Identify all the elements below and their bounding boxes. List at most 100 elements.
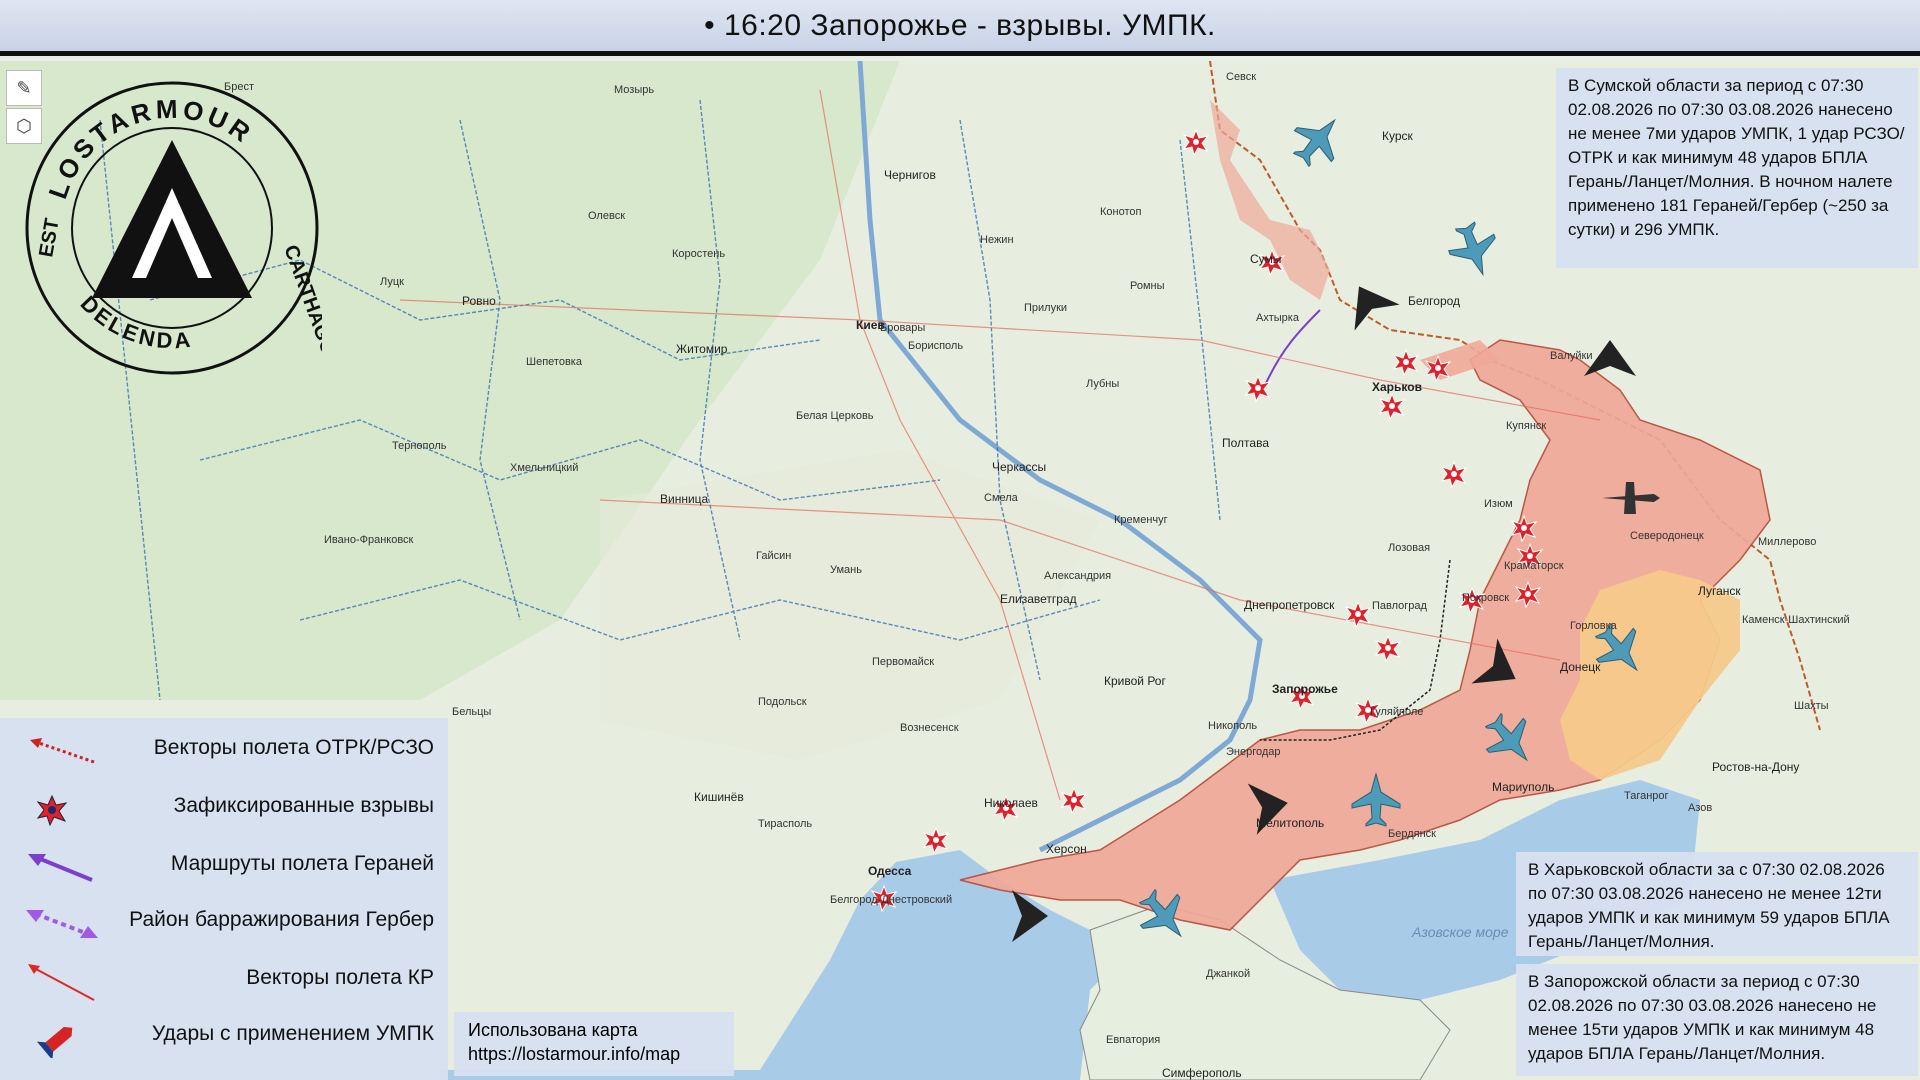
city-label: Валуйки — [1550, 350, 1593, 362]
map-credit-url[interactable]: https://lostarmour.info/map — [468, 1042, 720, 1066]
city-label: Севск — [1226, 71, 1257, 83]
city-label: Азов — [1688, 802, 1713, 814]
city-label: Тирасполь — [758, 818, 813, 830]
logo-text-bottom: DELENDA — [76, 291, 192, 354]
city-label: Бровары — [880, 322, 926, 334]
city-label: Житомир — [676, 342, 728, 356]
city-label: Херсон — [1046, 842, 1087, 856]
legend-label-explosions: Зафиксированные взрывы — [173, 794, 434, 817]
city-label: Ровно — [462, 294, 496, 308]
city-label: Евпатория — [1106, 1034, 1161, 1046]
legend-label-gerber: Район барражирования Гербер — [129, 908, 434, 931]
city-label: Ромны — [1130, 280, 1165, 292]
city-label: Луцк — [380, 276, 404, 288]
city-label: Сумы — [1250, 252, 1282, 266]
city-label: Белгород-Днестровский — [830, 894, 953, 906]
city-label: Джанкой — [1206, 968, 1251, 980]
city-label: Чернигов — [884, 168, 936, 182]
city-label: Кишинёв — [694, 790, 744, 804]
legend: Векторы полета ОТРК/РСЗО Зафиксированные… — [0, 718, 448, 1080]
city-label: Шепетовка — [526, 356, 582, 368]
city-label: Северодонецк — [1630, 530, 1704, 542]
info-zaporozhye: В Запорожской области за период с 07:30 … — [1516, 964, 1918, 1076]
city-label: Смела — [984, 492, 1018, 504]
city-label: Энергодар — [1226, 746, 1281, 758]
city-label: Изюм — [1484, 498, 1513, 510]
city-label: Ахтырка — [1256, 312, 1299, 324]
city-label: Никополь — [1208, 720, 1258, 732]
city-label: Подольск — [758, 696, 807, 708]
city-label: Коростень — [672, 248, 726, 260]
city-label: Гайсин — [756, 550, 792, 562]
city-label: Горловка — [1570, 620, 1617, 632]
city-label: Лозовая — [1388, 542, 1431, 554]
city-label: Бердянск — [1388, 828, 1436, 840]
map-credit: Использована карта https://lostarmour.in… — [454, 1012, 734, 1076]
city-label: Курск — [1382, 129, 1413, 143]
info-sumy: В Сумской области за период с 07:30 02.0… — [1556, 68, 1918, 268]
city-label: Лубны — [1086, 378, 1120, 390]
city-label: Харьков — [1372, 380, 1422, 394]
city-label: Запорожье — [1272, 682, 1338, 696]
city-label: Днепропетровск — [1244, 598, 1335, 612]
legend-label-kr: Векторы полета КР — [246, 966, 434, 989]
city-label: Павлоград — [1372, 600, 1427, 612]
city-label: Кривой Рог — [1104, 674, 1166, 688]
legend-label-otrk: Векторы полета ОТРК/РСЗО — [153, 736, 434, 759]
city-label: Купянск — [1506, 420, 1547, 432]
lostarmour-logo: LOSTARMOUR DELENDA CARTHAGO EST — [25, 81, 322, 375]
city-label: Мелитополь — [1256, 816, 1325, 830]
page-title: • 16:20 Запорожье - взрывы. УМПК. — [704, 8, 1216, 42]
city-label: Первомайск — [872, 656, 935, 668]
legend-label-geran: Маршруты полета Гераней — [170, 852, 434, 875]
city-label: Луганск — [1698, 584, 1741, 598]
city-label: Таганрог — [1624, 790, 1669, 802]
red-thin-arrow-icon — [28, 964, 95, 1001]
dashed-double-arrow-icon — [26, 910, 98, 938]
purple-arrow-icon — [28, 854, 93, 882]
logo-text-right: CARTHAGO — [279, 242, 322, 358]
city-label: Ростов-на-Дону — [1712, 760, 1800, 774]
city-label: Николаев — [984, 796, 1038, 810]
city-label: Каменск-Шахтинский — [1742, 614, 1850, 626]
city-label: Краматорск — [1504, 560, 1564, 572]
city-label: Ивано-Франковск — [324, 534, 414, 546]
city-label: Одесса — [868, 864, 912, 878]
city-label: Миллерово — [1758, 536, 1817, 548]
city-label: Борисполь — [908, 340, 964, 352]
city-label: Бельцы — [452, 706, 492, 718]
explosion-icon — [36, 794, 68, 827]
city-label: Гуляйполе — [1370, 706, 1424, 718]
legend-label-umpk: Удары с применением УМПК — [151, 1022, 434, 1045]
map-credit-line1: Использована карта — [468, 1020, 638, 1040]
city-label: Умань — [830, 564, 862, 576]
city-label: Конотоп — [1100, 206, 1142, 218]
city-label: Вознесенск — [900, 722, 959, 734]
city-label: Мозырь — [614, 84, 655, 96]
city-label: Прилуки — [1024, 302, 1068, 314]
city-label: Винница — [660, 492, 709, 506]
city-label: Белгород — [1408, 294, 1461, 308]
city-label: Полтава — [1222, 436, 1269, 450]
city-label: Симферополь — [1162, 1066, 1242, 1080]
city-label: Кременчуг — [1114, 514, 1168, 526]
city-label: Нежин — [980, 234, 1014, 246]
city-label: Шахты — [1794, 700, 1829, 712]
logo-text-left: EST — [35, 217, 63, 259]
city-label: Белая Церковь — [796, 410, 874, 422]
sea-label: Азовское море — [1412, 924, 1509, 940]
title-bar: • 16:20 Запорожье - взрывы. УМПК. — [0, 0, 1920, 56]
dotted-arrow-icon — [30, 738, 95, 764]
city-label: Хмельницкий — [510, 462, 579, 474]
city-label: Мариуполь — [1492, 780, 1555, 794]
city-label: Черкассы — [992, 460, 1047, 474]
city-label: Тернополь — [392, 440, 447, 452]
info-kharkov: В Харьковской области за с 07:30 02.08.2… — [1516, 852, 1918, 956]
svg-text:DELENDA: DELENDA — [76, 291, 195, 354]
city-label: Олевск — [588, 210, 626, 222]
city-label: Донецк — [1560, 660, 1601, 674]
city-label: Покровск — [1462, 592, 1510, 604]
city-label: Александрия — [1044, 570, 1112, 582]
red-bomb-icon — [36, 1026, 73, 1058]
city-label: Елизаветград — [1000, 592, 1077, 606]
